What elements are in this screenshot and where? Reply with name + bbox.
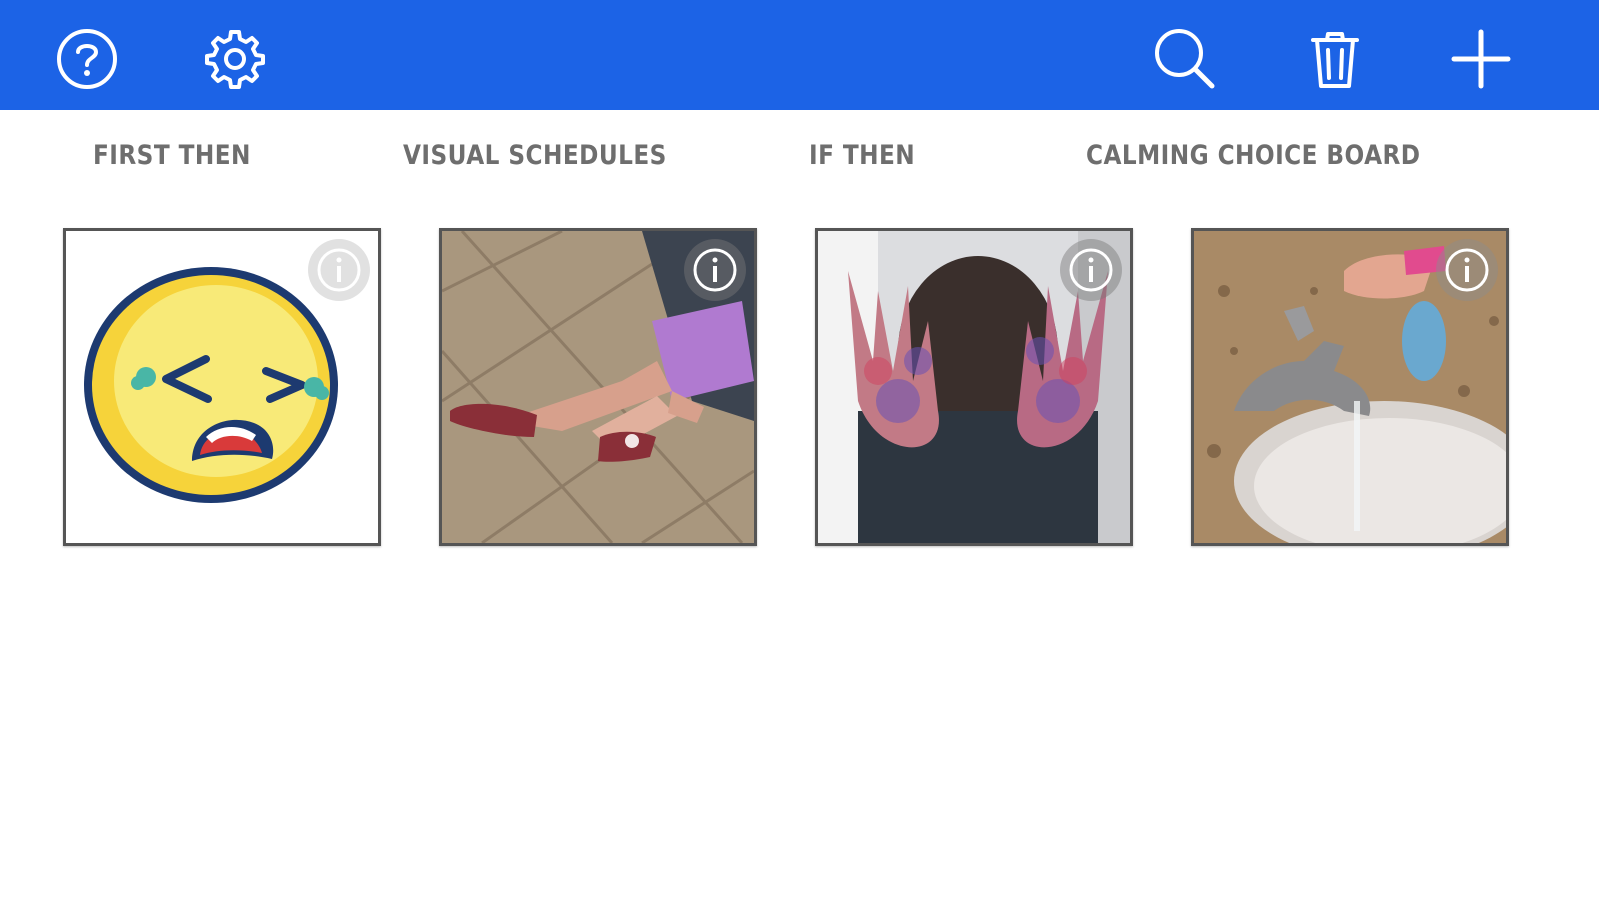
delete-button[interactable] — [1300, 24, 1370, 94]
category-tabs: FIRST THEN VISUAL SCHEDULES IF THEN CALM… — [0, 110, 1599, 206]
info-icon — [1445, 248, 1489, 292]
board-card-sitting-child[interactable] — [439, 228, 757, 546]
help-button[interactable] — [52, 24, 122, 94]
card-info-button[interactable] — [308, 239, 370, 301]
tab-visual-schedules[interactable]: VISUAL SCHEDULES — [403, 140, 667, 171]
tab-first-then[interactable]: FIRST THEN — [93, 140, 251, 171]
info-icon — [693, 248, 737, 292]
card-info-button[interactable] — [684, 239, 746, 301]
plus-icon — [1451, 29, 1511, 89]
board-card-sink[interactable] — [1191, 228, 1509, 546]
add-button[interactable] — [1446, 24, 1516, 94]
info-icon — [1069, 248, 1113, 292]
search-icon — [1155, 29, 1215, 89]
top-toolbar — [0, 0, 1599, 110]
card-info-button[interactable] — [1436, 239, 1498, 301]
help-icon — [57, 29, 117, 89]
board-card-painted-hands[interactable] — [815, 228, 1133, 546]
search-button[interactable] — [1150, 24, 1220, 94]
gear-icon — [205, 30, 265, 89]
info-icon — [317, 248, 361, 292]
tab-if-then[interactable]: IF THEN — [809, 140, 915, 171]
settings-button[interactable] — [200, 24, 270, 94]
tab-calming-choice-board[interactable]: CALMING CHOICE BOARD — [1086, 140, 1421, 171]
board-card-crying-face[interactable] — [63, 228, 381, 546]
card-info-button[interactable] — [1060, 239, 1122, 301]
trash-icon — [1311, 32, 1359, 88]
